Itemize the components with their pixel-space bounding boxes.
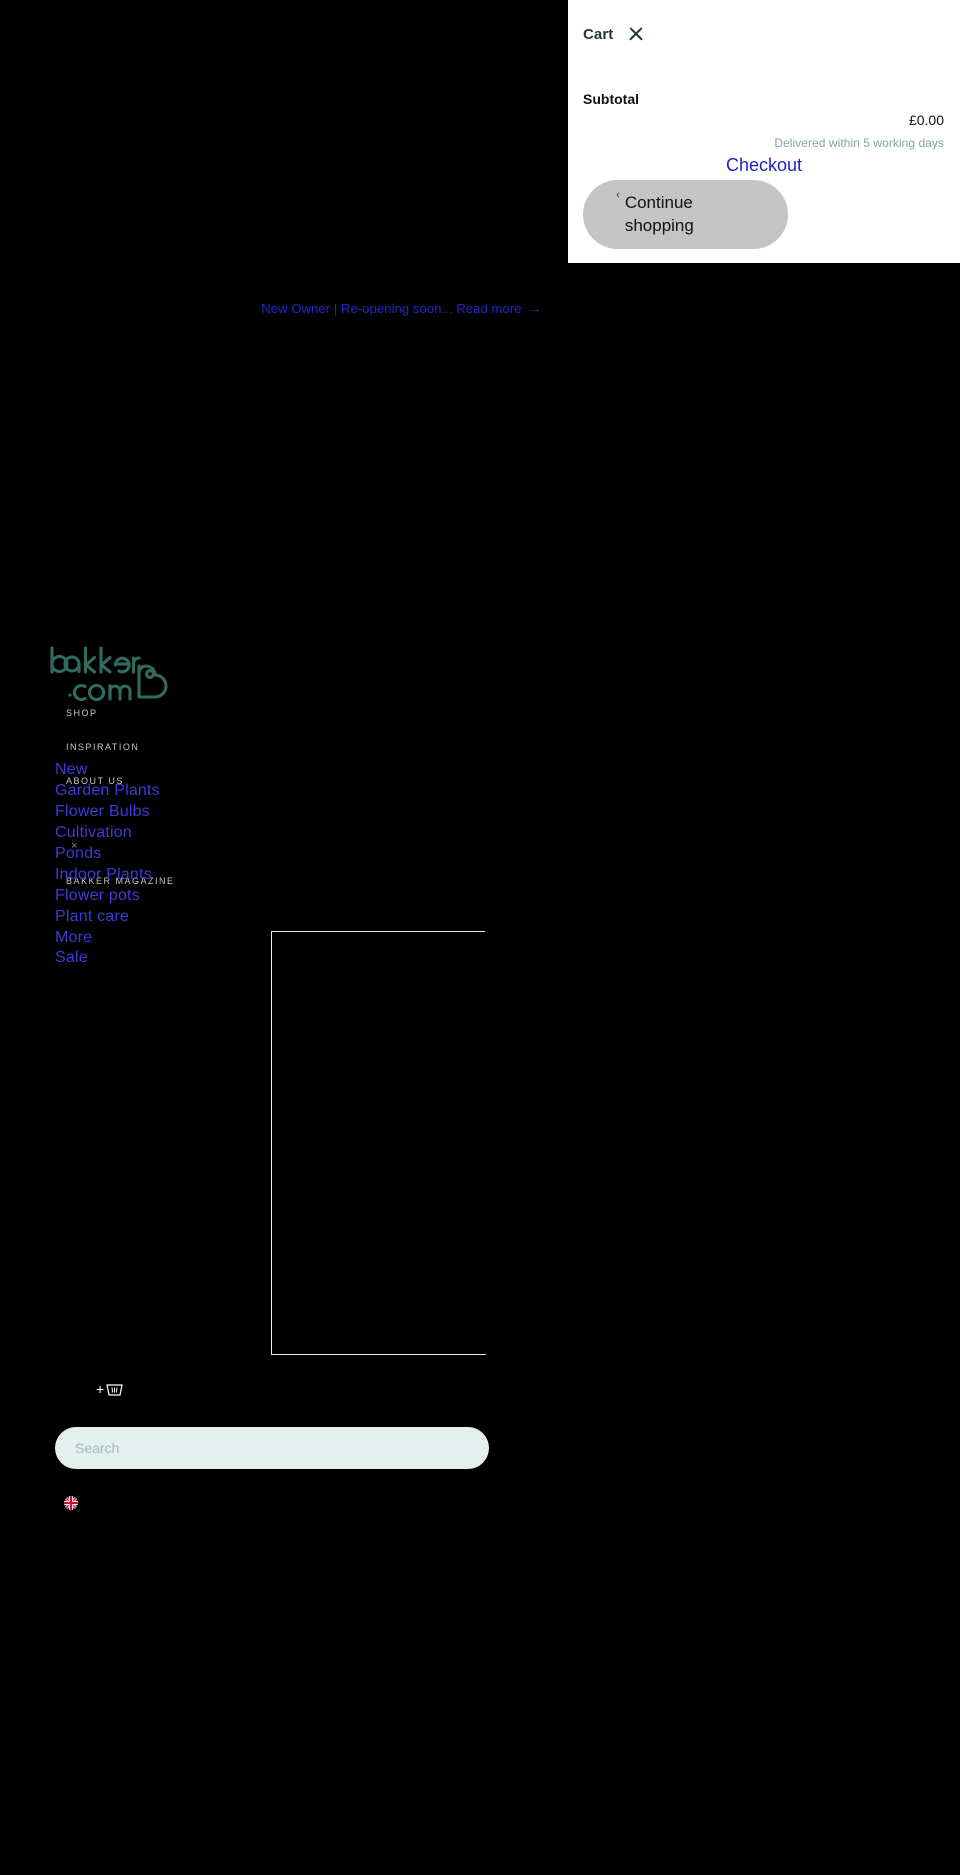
close-menu-icon[interactable]: × xyxy=(71,841,77,852)
chevron-left-icon: ‹ xyxy=(616,189,620,201)
cart-subtotal-amount: £0.00 xyxy=(908,112,944,128)
brand-logo[interactable] xyxy=(47,645,175,701)
menu-item-plant-care[interactable]: Plant care xyxy=(55,908,129,926)
continue-shopping-label: Continue shopping xyxy=(624,193,694,235)
image-placeholder xyxy=(271,931,486,1355)
announcement-bar: New Owner | Re-opening soon... Read more… xyxy=(0,300,803,316)
nav-item-inspiration[interactable]: INSPIRATION xyxy=(66,742,139,752)
cart-drawer-header: Cart xyxy=(583,25,645,43)
search-container xyxy=(55,1427,489,1469)
menu-item-indoor-plants[interactable]: Indoor Plants xyxy=(55,866,152,884)
checkout-button[interactable]: Checkout xyxy=(568,155,960,176)
menu-item-flower-bulbs[interactable]: Flower Bulbs xyxy=(55,803,150,821)
menu-item-ponds[interactable]: Ponds xyxy=(55,845,101,863)
cart-delivery-note: Delivered within 5 working days xyxy=(774,136,944,150)
uk-flag-icon[interactable] xyxy=(64,1496,78,1510)
menu-item-flower-pots[interactable]: Flower pots xyxy=(55,887,140,905)
menu-item-sale[interactable]: Sale xyxy=(55,949,88,967)
arrow-right-icon: → xyxy=(527,300,542,316)
nav-item-shop[interactable]: SHOP xyxy=(66,708,98,718)
search-input[interactable] xyxy=(55,1427,489,1469)
cart-title: Cart xyxy=(583,25,614,43)
cart-subtotal-label: Subtotal xyxy=(583,91,639,107)
announcement-link[interactable]: New Owner | Re-opening soon... Read more xyxy=(261,301,521,316)
plus-icon: + xyxy=(96,1380,105,1397)
menu-item-garden-plants[interactable]: Garden Plants xyxy=(55,782,160,800)
menu-item-more[interactable]: More xyxy=(55,929,92,947)
add-to-cart-button[interactable]: + xyxy=(96,1381,123,1396)
cart-drawer: Cart Subtotal £0.00 Delivered within 5 w… xyxy=(568,0,960,263)
menu-item-new[interactable]: New xyxy=(55,761,88,779)
menu-item-cultivation[interactable]: Cultivation xyxy=(55,824,132,842)
continue-shopping-button[interactable]: ‹ Continue shopping xyxy=(583,180,788,249)
close-icon[interactable] xyxy=(627,25,645,43)
basket-icon xyxy=(106,1381,123,1396)
